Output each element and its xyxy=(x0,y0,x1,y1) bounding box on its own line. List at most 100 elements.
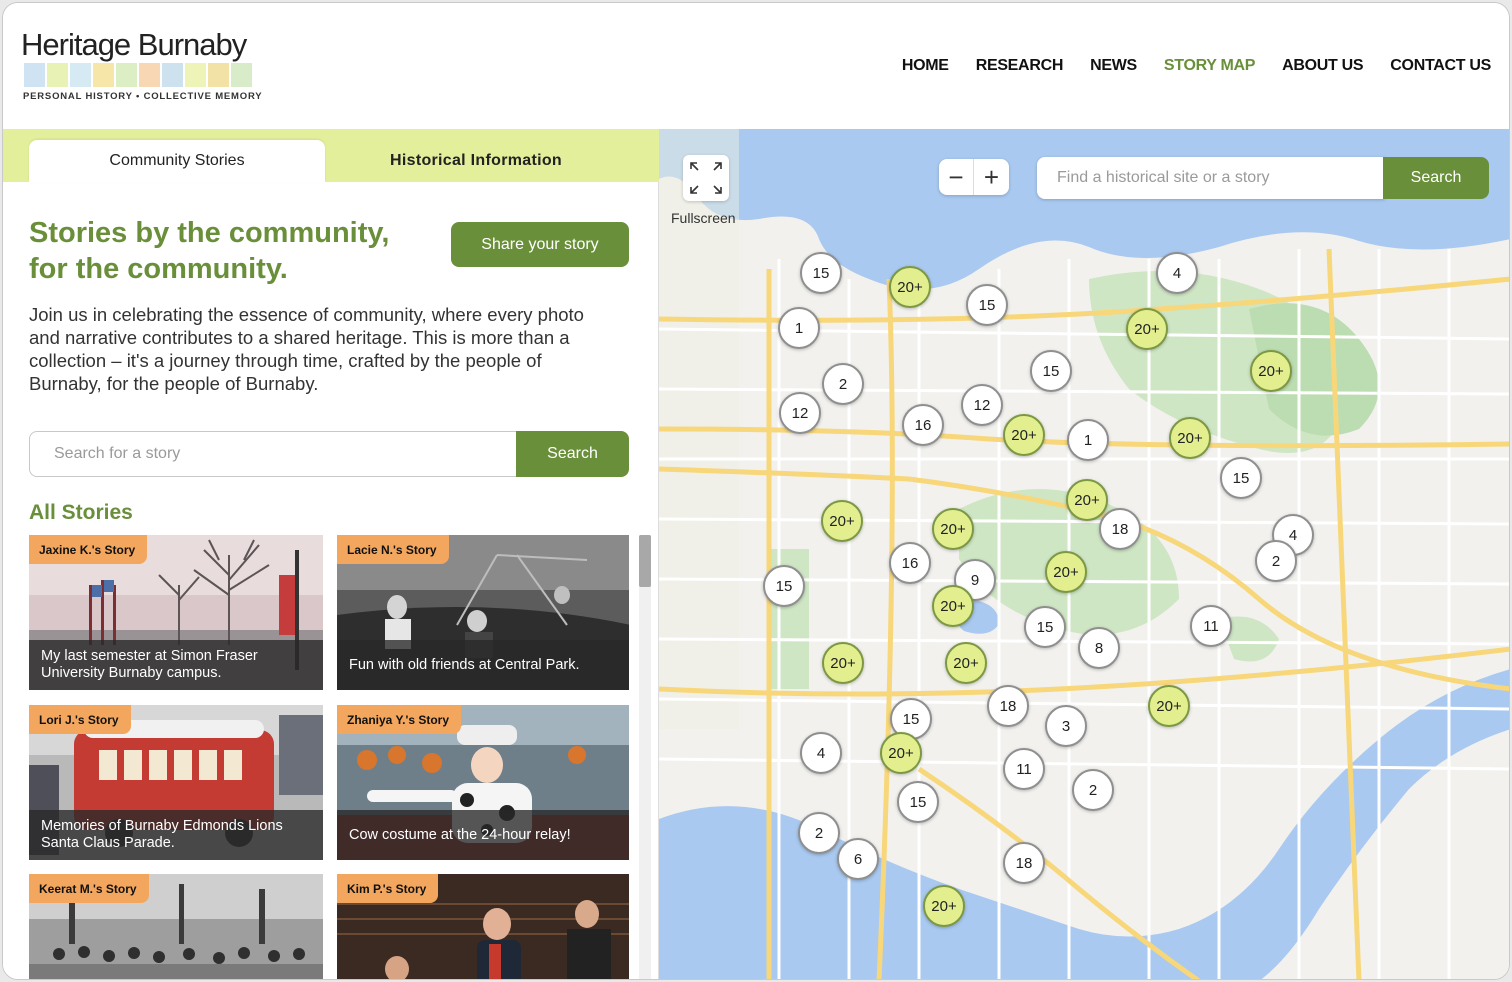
story-card[interactable]: Lacie N.'s Story Fun with old friends at… xyxy=(337,535,629,690)
map-cluster-marker[interactable]: 20+ xyxy=(1003,414,1045,456)
map-cluster-marker[interactable]: 11 xyxy=(1190,605,1232,647)
main-nav: HOME RESEARCH NEWS STORY MAP ABOUT US CO… xyxy=(902,57,1491,75)
nav-research[interactable]: RESEARCH xyxy=(976,57,1064,75)
map-cluster-marker[interactable]: 2 xyxy=(1255,540,1297,582)
map-cluster-marker[interactable]: 11 xyxy=(1003,748,1045,790)
map-cluster-marker[interactable]: 18 xyxy=(1003,842,1045,884)
logo-tagline: PERSONAL HISTORY • COLLECTIVE MEMORY xyxy=(23,91,263,102)
map-cluster-marker[interactable]: 12 xyxy=(961,384,1003,426)
story-author-tag: Zhaniya Y.'s Story xyxy=(337,705,462,734)
map-cluster-marker[interactable]: 15 xyxy=(1024,606,1066,648)
map-cluster-marker[interactable]: 2 xyxy=(1072,769,1114,811)
map-cluster-marker[interactable]: 15 xyxy=(1030,350,1072,392)
map-search-input[interactable] xyxy=(1037,157,1385,199)
map-cluster-marker[interactable]: 15 xyxy=(763,565,805,607)
story-card[interactable]: Zhaniya Y.'s Story Cow costume at the 24… xyxy=(337,705,629,860)
logo-color-bar xyxy=(231,63,252,87)
zoom-control: − + xyxy=(939,159,1009,195)
map-cluster-marker[interactable]: 20+ xyxy=(889,266,931,308)
map-cluster-marker[interactable]: 20+ xyxy=(1250,350,1292,392)
map-cluster-marker[interactable]: 1 xyxy=(1067,419,1109,461)
map-cluster-marker[interactable]: 20+ xyxy=(1148,685,1190,727)
story-card[interactable]: Jaxine K.'s Story My last semester at Si… xyxy=(29,535,323,690)
panel-tabbar: Community Stories Historical Information xyxy=(3,129,659,182)
map-cluster-marker[interactable]: 2 xyxy=(798,812,840,854)
map-cluster-marker[interactable]: 3 xyxy=(1045,705,1087,747)
logo-title: Heritage Burnaby xyxy=(21,27,247,62)
story-card[interactable]: Kim P.'s Story xyxy=(337,874,629,979)
zoom-in-button[interactable]: + xyxy=(974,159,1009,195)
panel-headline: Stories by the community, for the commun… xyxy=(29,217,390,285)
map-cluster-marker[interactable]: 20+ xyxy=(1126,308,1168,350)
map-cluster-marker[interactable]: 1 xyxy=(778,307,820,349)
logo-color-bar xyxy=(93,63,114,87)
story-author-tag: Keerat M.'s Story xyxy=(29,874,149,903)
map-cluster-marker[interactable]: 8 xyxy=(1078,627,1120,669)
map-cluster-marker[interactable]: 20+ xyxy=(923,885,965,927)
logo-color-bars xyxy=(24,63,252,87)
story-grid: Jaxine K.'s Story My last semester at Si… xyxy=(29,535,629,979)
tab-historical-information[interactable]: Historical Information xyxy=(333,140,619,182)
map-cluster-marker[interactable]: 20+ xyxy=(822,642,864,684)
map-cluster-marker[interactable]: 2 xyxy=(822,363,864,405)
map-cluster-marker[interactable]: 4 xyxy=(1156,252,1198,294)
map-cluster-marker[interactable]: 18 xyxy=(987,685,1029,727)
story-author-tag: Jaxine K.'s Story xyxy=(29,535,148,564)
scrollbar-thumb[interactable] xyxy=(639,535,651,587)
story-card[interactable]: Lori J.'s Story Memories of Burnaby Edmo… xyxy=(29,705,323,860)
map-cluster-marker[interactable]: 20+ xyxy=(1066,479,1108,521)
story-search-bar: Search xyxy=(29,431,629,477)
map-cluster-marker[interactable]: 18 xyxy=(1099,508,1141,550)
map-cluster-marker[interactable]: 15 xyxy=(897,781,939,823)
logo-color-bar xyxy=(185,63,206,87)
map-cluster-marker[interactable]: 16 xyxy=(889,542,931,584)
logo-color-bar xyxy=(162,63,183,87)
map-cluster-marker[interactable]: 12 xyxy=(779,392,821,434)
zoom-out-button[interactable]: − xyxy=(939,159,974,195)
logo-color-bar xyxy=(139,63,160,87)
map-cluster-marker[interactable]: 20+ xyxy=(1045,551,1087,593)
all-stories-heading: All Stories xyxy=(29,501,133,524)
map-cluster-marker[interactable]: 15 xyxy=(966,284,1008,326)
fullscreen-label: Fullscreen xyxy=(671,210,736,226)
story-caption: Cow costume at the 24-hour relay! xyxy=(337,810,629,860)
story-caption: Fun with old friends at Central Park. xyxy=(337,640,629,690)
fullscreen-button[interactable] xyxy=(683,155,729,201)
site-logo[interactable]: Heritage Burnaby PERSONAL HISTORY • COLL… xyxy=(21,27,263,107)
nav-news[interactable]: NEWS xyxy=(1090,57,1137,75)
story-grid-scrollbar[interactable] xyxy=(639,535,651,979)
nav-about-us[interactable]: ABOUT US xyxy=(1282,57,1363,75)
map-cluster-marker[interactable]: 20+ xyxy=(932,508,974,550)
browser-frame: Heritage Burnaby PERSONAL HISTORY • COLL… xyxy=(2,2,1510,980)
tab-community-stories[interactable]: Community Stories xyxy=(29,140,325,182)
story-search-button[interactable]: Search xyxy=(516,431,629,477)
story-author-tag: Lori J.'s Story xyxy=(29,705,131,734)
story-caption: Memories of Burnaby Edmonds Lions Santa … xyxy=(29,810,323,860)
map-cluster-marker[interactable]: 20+ xyxy=(932,585,974,627)
story-author-tag: Kim P.'s Story xyxy=(337,874,439,903)
map-cluster-marker[interactable]: 15 xyxy=(800,252,842,294)
map-cluster-marker[interactable]: 20+ xyxy=(945,642,987,684)
map-search-button[interactable]: Search xyxy=(1383,157,1489,199)
nav-contact-us[interactable]: CONTACT US xyxy=(1390,57,1491,75)
map-basemap[interactable] xyxy=(659,129,1510,980)
fullscreen-icon xyxy=(690,162,722,194)
map-cluster-marker[interactable]: 15 xyxy=(1220,457,1262,499)
logo-color-bar xyxy=(70,63,91,87)
map-cluster-marker[interactable]: 20+ xyxy=(821,500,863,542)
logo-color-bar xyxy=(24,63,45,87)
map-cluster-marker[interactable]: 4 xyxy=(800,732,842,774)
story-caption: My last semester at Simon Fraser Univers… xyxy=(29,640,323,690)
map-cluster-marker[interactable]: 20+ xyxy=(880,732,922,774)
nav-story-map[interactable]: STORY MAP xyxy=(1164,57,1256,75)
story-search-input[interactable] xyxy=(29,431,519,477)
map-cluster-marker[interactable]: 20+ xyxy=(1169,417,1211,459)
map-cluster-marker[interactable]: 16 xyxy=(902,404,944,446)
nav-home[interactable]: HOME xyxy=(902,57,949,75)
share-story-button[interactable]: Share your story xyxy=(451,222,629,267)
story-card[interactable]: Keerat M.'s Story xyxy=(29,874,323,979)
site-header: Heritage Burnaby PERSONAL HISTORY • COLL… xyxy=(3,3,1509,129)
map-cluster-marker[interactable]: 6 xyxy=(837,838,879,880)
intro-paragraph: Join us in celebrating the essence of co… xyxy=(29,304,584,394)
story-map[interactable]: 15 20+ 15 4 20+ 1 20+ 15 2 12 12 16 20+ 1 20+ 15 20+ 20+ 2… xyxy=(659,129,1510,980)
